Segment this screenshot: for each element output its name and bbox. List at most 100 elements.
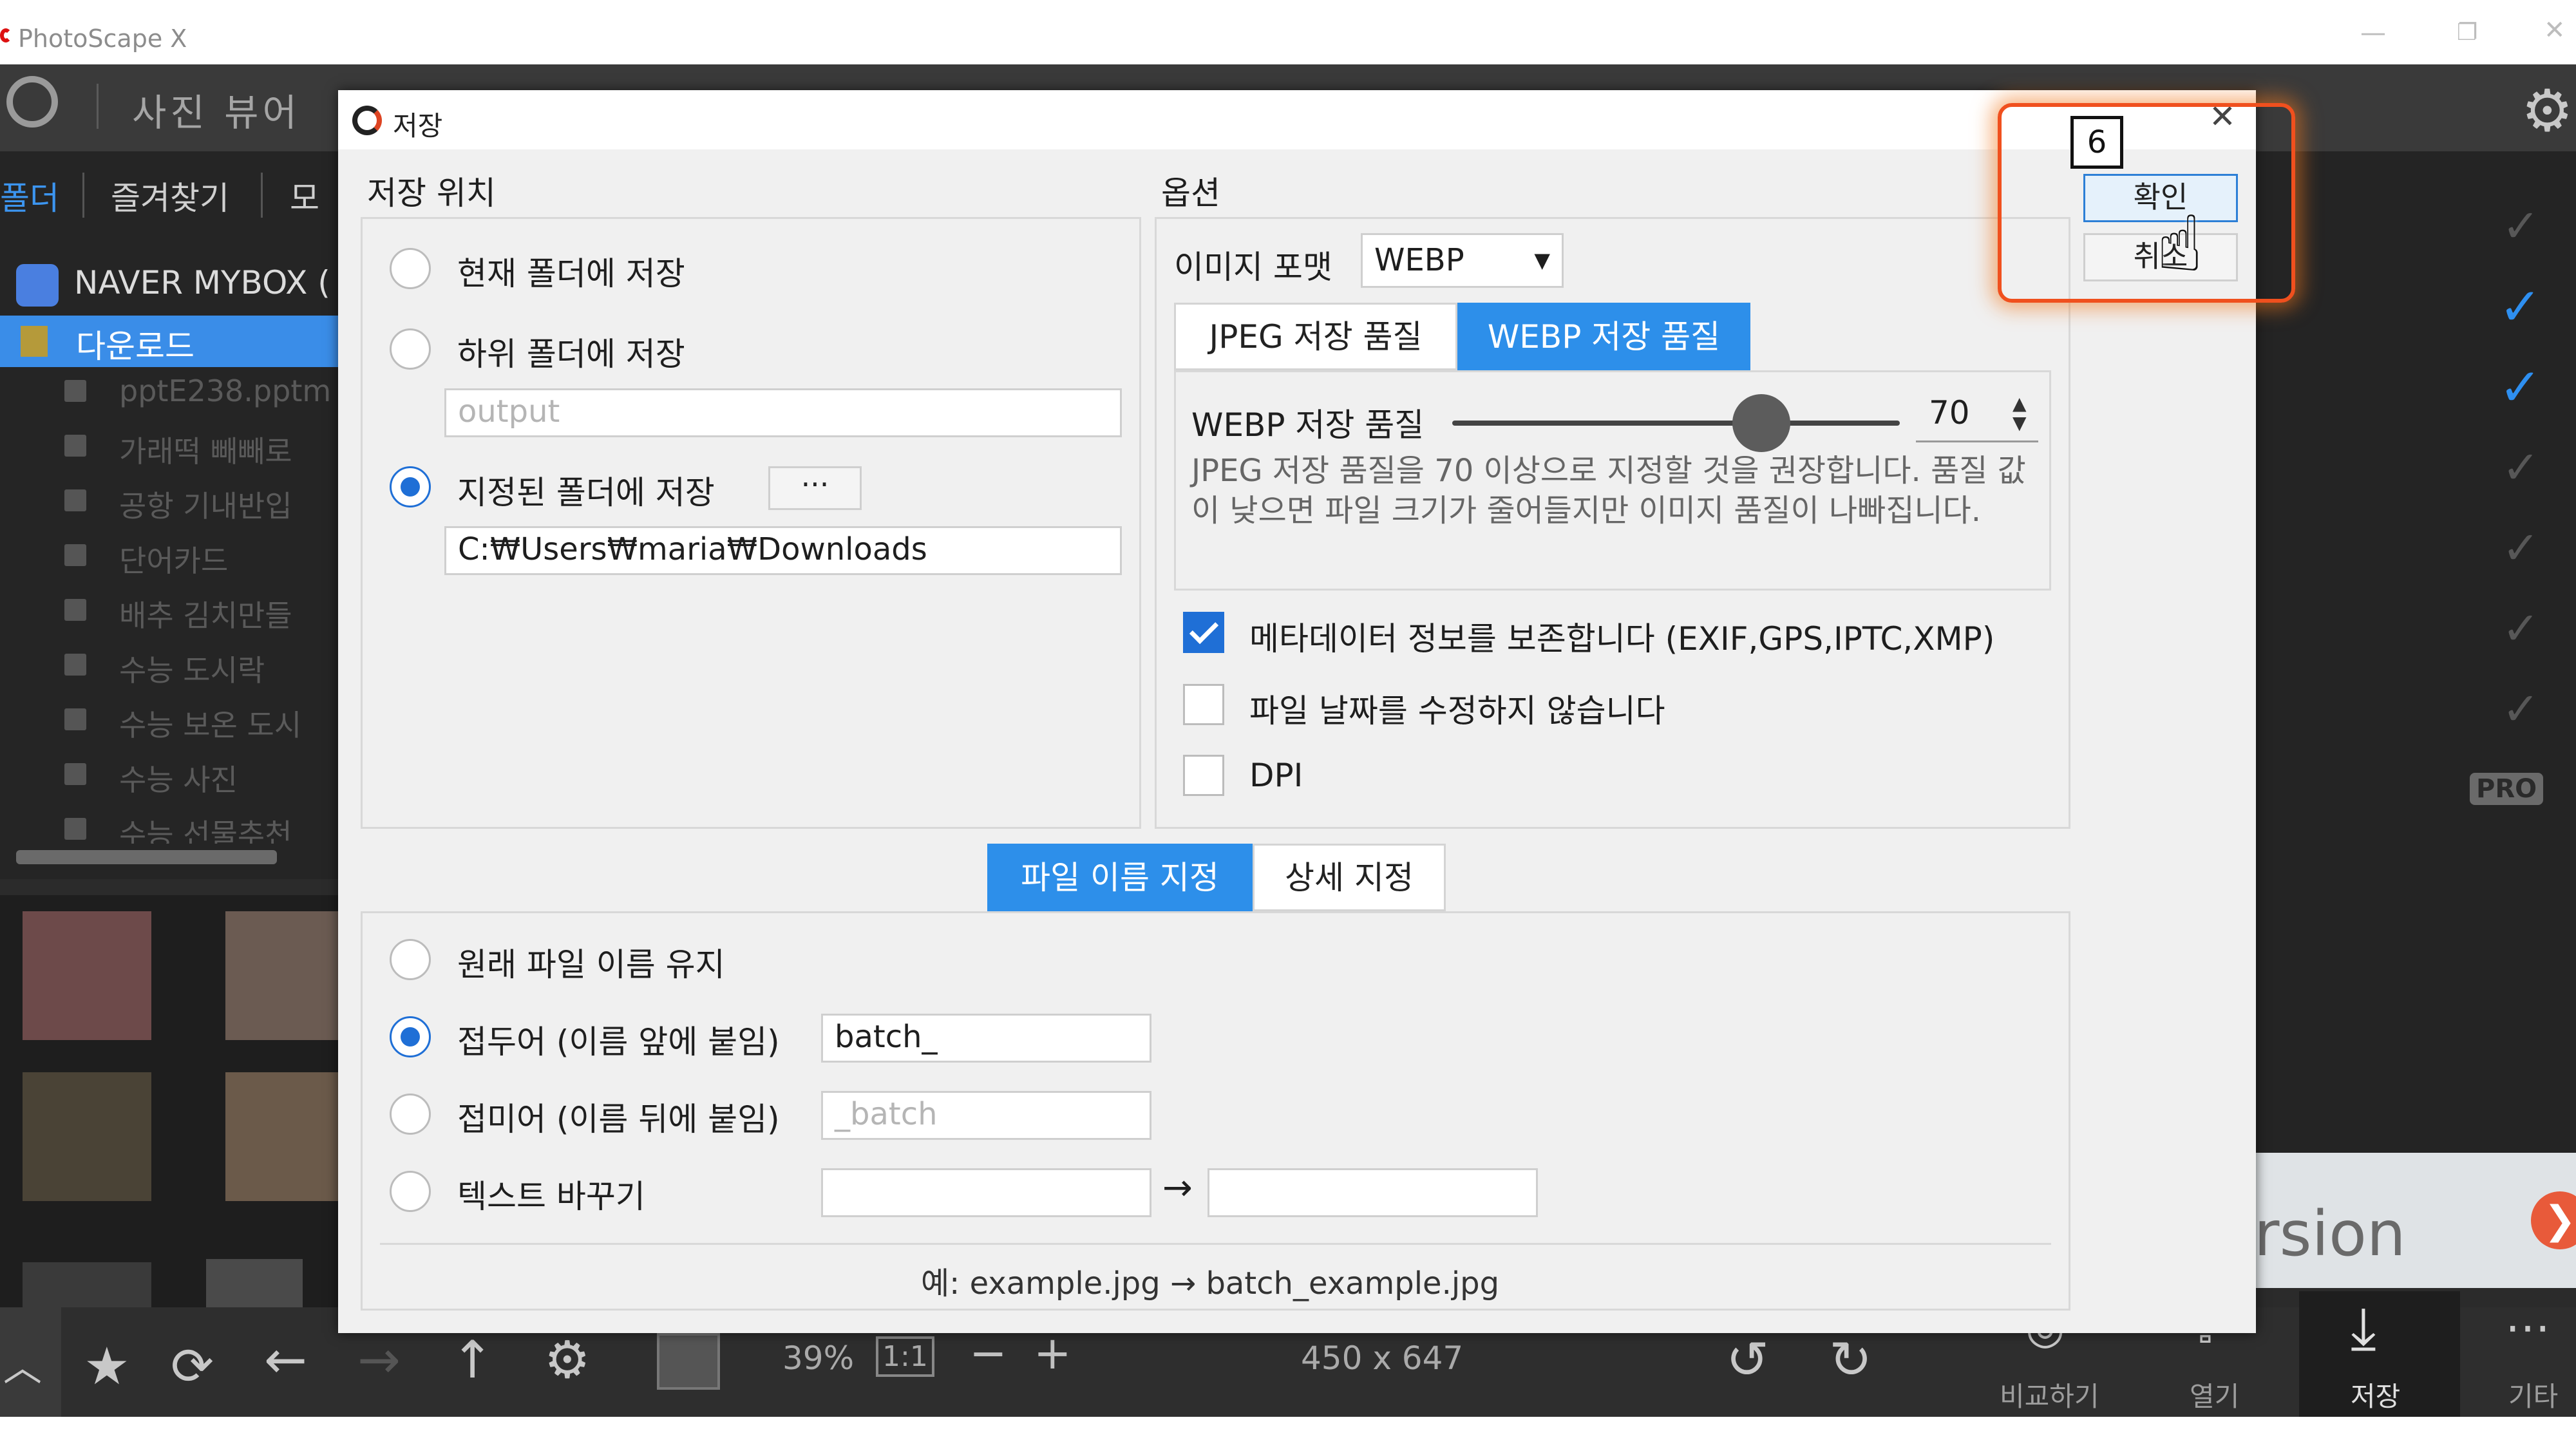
location-group [361,217,1141,829]
radio-prefix[interactable] [390,1016,431,1057]
thumbnail[interactable] [23,1262,151,1307]
checkbox-label[interactable]: 메타데이터 정보를 보존합니다 (EXIF,GPS,IPTC,XMP) [1249,613,1994,659]
list-item[interactable]: 수능 보온 도시 [119,702,301,744]
tab-detail[interactable]: 상세 지정 [1253,844,1446,911]
slider-thumb[interactable] [1732,394,1790,452]
tab-jpeg-quality[interactable]: JPEG 저장 품질 [1174,303,1457,370]
tab-file-naming[interactable]: 파일 이름 지정 [987,844,1253,911]
replace-text-input[interactable] [1208,1168,1538,1217]
arrow-left-icon[interactable]: ← [264,1330,307,1390]
format-select[interactable]: WEBP ▼ [1361,233,1564,288]
prefix-input[interactable]: batch_ [821,1014,1151,1063]
app-title: 사진 뷰어 [132,91,301,135]
browse-button[interactable]: ··· [768,466,862,510]
radio-label[interactable]: 텍스트 바꾸기 [457,1171,645,1217]
folder-icon [64,599,86,621]
tab-more[interactable]: 모 [290,173,319,219]
suffix-input[interactable]: _batch [821,1091,1151,1140]
minimize-icon[interactable]: — [2360,18,2386,48]
chevron-up-icon[interactable]: ︿ [3,1336,42,1392]
subfolder-input[interactable]: output [444,388,1122,437]
rotate-left-icon[interactable]: ↺ [1726,1330,1769,1390]
radio-sub-folder[interactable] [390,328,431,370]
arrow-right-icon[interactable]: → [357,1330,401,1390]
format-value: WEBP [1374,242,1464,278]
list-item[interactable]: 수능 도시락 [119,647,265,690]
horizontal-scrollbar[interactable] [16,850,277,864]
rotate-right-icon[interactable]: ↻ [1829,1330,1872,1390]
options-heading: 옵션 [1161,175,1220,212]
check-icon[interactable]: ✓ [2502,602,2540,655]
app-logo-icon[interactable] [6,76,58,128]
banner-text: rsion [2254,1198,2406,1270]
checkbox-dpi[interactable] [1183,755,1224,796]
maximize-icon[interactable]: ❐ [2457,19,2477,46]
radio-label[interactable]: 지정된 폴더에 저장 [457,467,715,513]
tab-webp-quality[interactable]: WEBP 저장 품질 [1457,303,1750,370]
format-label: 이미지 포맷 [1174,249,1332,286]
radio-label[interactable]: 원래 파일 이름 유지 [457,939,725,985]
checkbox-preserve-metadata[interactable] [1183,612,1224,653]
zoom-in-button[interactable]: + [1034,1327,1072,1379]
tab-folder[interactable]: 폴더 [0,173,59,219]
naming-example: 예: example.jpg → batch_example.jpg [921,1265,1500,1302]
thumbnail[interactable] [23,1072,151,1201]
settings-icon[interactable]: ⚙ [544,1330,591,1390]
compare-label[interactable]: 비교하기 [2000,1375,2099,1414]
list-item[interactable]: pptE238.pptm [119,374,331,408]
check-icon[interactable]: ✓ [2502,683,2540,735]
radio-suffix[interactable] [390,1094,431,1135]
check-icon[interactable]: ✓ [2502,441,2540,494]
radio-current-folder[interactable] [390,248,431,289]
check-icon[interactable]: ✓ [2502,200,2540,252]
check-icon[interactable]: ✓ [2499,357,2542,417]
radio-label[interactable]: 접미어 (이름 뒤에 붙임) [457,1094,780,1140]
gear-icon[interactable]: ⚙ [2521,77,2573,145]
thumbnail[interactable] [206,1259,303,1307]
checkbox-label[interactable]: DPI [1249,757,1303,794]
check-icon[interactable]: ✓ [2502,522,2540,574]
radio-label[interactable]: 현재 폴더에 저장 [457,248,685,294]
actual-size-button[interactable]: 1:1 [876,1336,934,1377]
rotate-icon[interactable]: ⟳ [171,1336,214,1396]
radio-label[interactable]: 하위 폴더에 저장 [457,328,685,375]
radio-replace-text[interactable] [390,1171,431,1212]
open-label[interactable]: 열기 [2190,1375,2239,1414]
close-window-icon[interactable]: ✕ [2544,15,2566,45]
tab-favorites[interactable]: 즐겨찾기 [111,173,229,219]
quality-spinbox[interactable]: 70 ▲ ▼ [1916,392,2038,442]
radio-label[interactable]: 접두어 (이름 앞에 붙임) [457,1016,780,1063]
divider [380,1243,2051,1245]
checkbox-keep-date[interactable] [1183,684,1224,725]
spinner-arrows-icon[interactable]: ▲ ▼ [2012,394,2027,433]
photoscape-logo-icon [0,28,12,43]
hand-cursor-icon: ☝ [2156,200,2204,289]
star-icon[interactable]: ★ [84,1336,130,1396]
save-dialog: 저장 ✕ 저장 위치 현재 폴더에 저장 하위 폴더에 저장 output 지정… [338,90,2256,1333]
more-label[interactable]: 기타 [2508,1375,2558,1414]
find-text-input[interactable] [821,1168,1151,1217]
check-icon[interactable]: ✓ [2499,277,2542,337]
radio-keep-name[interactable] [390,939,431,980]
list-item[interactable]: 단어카드 [119,538,228,580]
background-toggle[interactable] [657,1333,720,1390]
zoom-out-button[interactable]: − [969,1327,1007,1379]
list-item[interactable]: 배추 김치만들 [119,592,292,635]
checkbox-label[interactable]: 파일 날짜를 수정하지 않습니다 [1249,685,1665,732]
chevron-down-icon: ▼ [1534,248,1550,272]
list-item[interactable]: 수능 사진 [119,757,238,799]
arrow-up-icon[interactable]: ↑ [451,1330,494,1390]
list-item[interactable]: 공항 기내반입 [119,483,292,526]
thumbnail[interactable] [225,1072,338,1201]
tree-root[interactable]: NAVER MYBOX ( [74,264,330,301]
thumbnail[interactable] [225,911,338,1040]
more-icon[interactable]: ⋯ [2505,1301,2550,1354]
folder-path-input[interactable]: C:₩Users₩maria₩Downloads [444,526,1122,575]
image-dimensions: 450 x 647 [1301,1340,1464,1377]
radio-specified-folder[interactable] [390,466,431,507]
list-item[interactable]: 가래떡 빼빼로 [119,428,292,471]
folder-icon [64,708,86,730]
folder-icon [64,818,86,840]
thumbnail[interactable] [23,911,151,1040]
list-item[interactable]: 수능 선물추천 [119,811,292,844]
